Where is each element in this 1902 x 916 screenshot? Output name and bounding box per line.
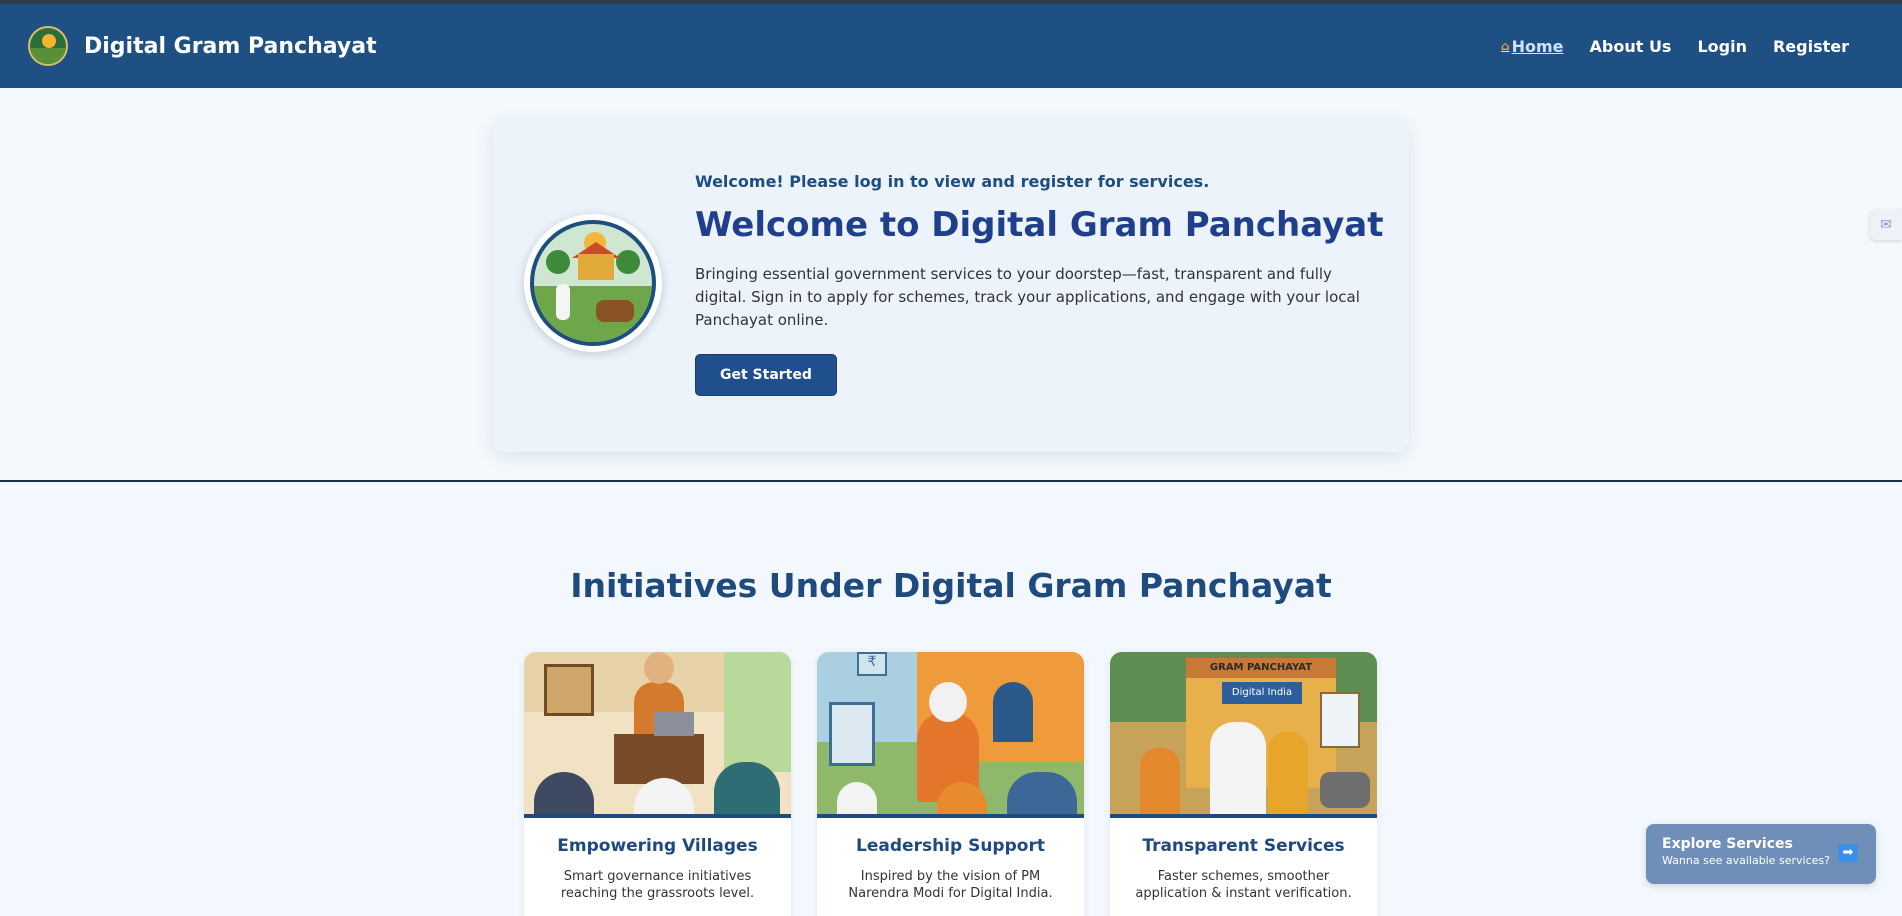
initiative-cards: Empowering Villages Smart governance ini… — [524, 652, 1377, 916]
explore-subtitle: Wanna see available services? — [1662, 854, 1830, 867]
explore-title: Explore Services — [1662, 836, 1793, 852]
hero-title: Welcome to Digital Gram Panchayat — [695, 205, 1384, 245]
side-chat-icon[interactable]: ✉ — [1870, 210, 1902, 240]
initiatives-title: Initiatives Under Digital Gram Panchayat — [570, 566, 1332, 605]
arrow-right-icon[interactable]: ➡ — [1838, 844, 1858, 862]
nav-links: ⌂ Home About Us Login Register — [1501, 37, 1849, 56]
initiative-card[interactable]: Empowering Villages Smart governance ini… — [524, 652, 791, 916]
navbar: Digital Gram Panchayat ⌂ Home About Us L… — [0, 4, 1902, 88]
card-illustration-office: GRAM PANCHAYAT Digital India — [1110, 652, 1377, 818]
card-description: Smart governance initiatives reaching th… — [560, 869, 755, 901]
village-emblem-illustration — [524, 214, 662, 352]
explore-services-widget[interactable]: Explore Services Wanna see available ser… — [1646, 824, 1876, 884]
hero-description: Bringing essential government services t… — [695, 265, 1360, 329]
card-title: Transparent Services — [1142, 836, 1345, 856]
card-description: Faster schemes, smoother application & i… — [1135, 869, 1352, 901]
brand[interactable]: Digital Gram Panchayat — [28, 26, 377, 66]
initiative-card[interactable]: GRAM PANCHAYAT Digital India Transparent… — [1110, 652, 1377, 916]
nav-login[interactable]: Login — [1697, 37, 1747, 56]
nav-home-label: Home — [1511, 36, 1564, 56]
hero-text: Welcome! Please log in to view and regis… — [695, 172, 1385, 396]
brand-title: Digital Gram Panchayat — [84, 33, 377, 59]
village-emblem-icon — [28, 26, 68, 66]
home-icon: ⌂ — [1501, 39, 1510, 53]
card-illustration-teacher — [524, 652, 791, 818]
card-title: Empowering Villages — [557, 836, 758, 856]
card-illustration-leader: ₹ — [817, 652, 1084, 818]
card-description: Inspired by the vision of PM Narendra Mo… — [848, 869, 1053, 901]
hero-section: Welcome! Please log in to view and regis… — [0, 88, 1902, 482]
nav-about-us[interactable]: About Us — [1590, 37, 1672, 56]
hero-card: Welcome! Please log in to view and regis… — [492, 116, 1409, 452]
card-title: Leadership Support — [856, 836, 1045, 856]
nav-register[interactable]: Register — [1773, 37, 1849, 56]
get-started-button[interactable]: Get Started — [695, 354, 837, 396]
hero-notice: Welcome! Please log in to view and regis… — [695, 172, 1210, 191]
nav-home[interactable]: ⌂ Home — [1501, 37, 1564, 56]
initiatives-section: Initiatives Under Digital Gram Panchayat — [0, 482, 1902, 605]
initiative-card[interactable]: ₹ Leadership Support Inspired by the vis… — [817, 652, 1084, 916]
